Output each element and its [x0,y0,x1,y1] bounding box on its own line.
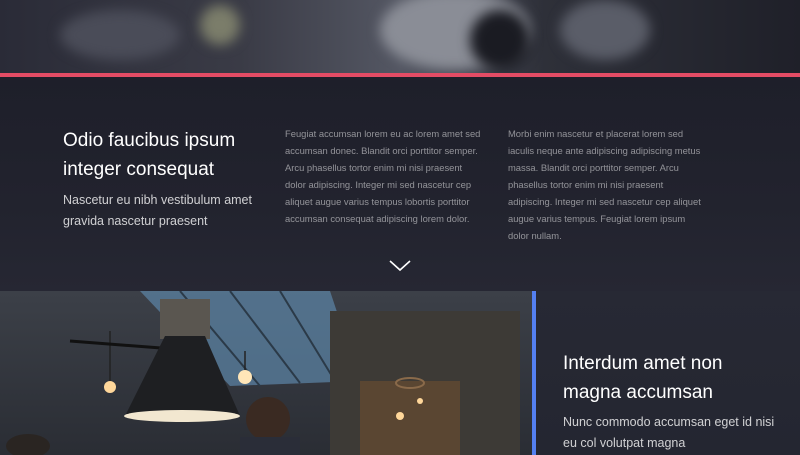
intro-text-column-1: Feugiat accumsan lorem eu ac lorem amet … [285,128,481,224]
cafe-photo [0,291,532,455]
chevron-down-icon[interactable] [389,260,411,272]
intro-section: Odio faucibus ipsum integer consequat Na… [0,77,800,291]
intro-text-column-2: Morbi enim nascetur et placerat lorem se… [508,128,701,241]
feature-subtitle: Nunc commodo accumsan eget id nisi eu co… [563,415,775,450]
intro-title: Odio faucibus ipsum integer consequat [63,130,236,180]
hero-banner-image [0,0,800,73]
feature-section: Interdum amet non magna accumsan Nunc co… [0,291,800,455]
feature-panel: Interdum amet non magna accumsan Nunc co… [536,291,800,455]
feature-title: Interdum amet non magna accumsan [563,353,723,403]
intro-subtitle: Nascetur eu nibh vestibulum amet gravida… [63,193,252,228]
